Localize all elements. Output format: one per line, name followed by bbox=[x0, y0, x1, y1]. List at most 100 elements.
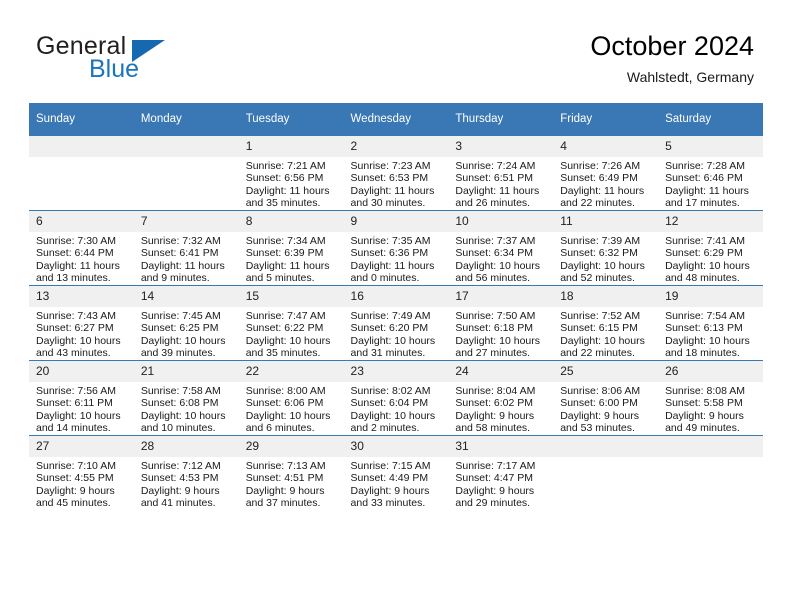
day-number: 24 bbox=[448, 361, 554, 382]
calendar-day-cell[interactable]: 6 Sunrise: 7:30 AM Sunset: 6:44 PM Daylight… bbox=[29, 210, 134, 286]
weekday-header-tuesday: Tuesday bbox=[238, 103, 344, 136]
day-number: 26 bbox=[658, 361, 763, 382]
weekday-header-wednesday: Wednesday bbox=[343, 103, 449, 136]
calendar-day-cell[interactable]: 10 Sunrise: 7:37 AM Sunset: 6:34 PM Dayligh… bbox=[448, 210, 554, 286]
calendar-day-cell[interactable]: 13 Sunrise: 7:43 AM Sunset: 6:27 PM Dayligh… bbox=[29, 285, 134, 361]
sunset-text: Sunset: 6:49 PM bbox=[560, 172, 638, 185]
day-number: 14 bbox=[133, 286, 239, 307]
calendar-day-cell[interactable]: 25 Sunrise: 8:06 AM Sunset: 6:00 PM Dayligh… bbox=[553, 360, 659, 436]
sunrise-sunset-calendar: Sunday Monday Tuesday Wednesday Thursday… bbox=[29, 103, 763, 510]
day-details: Sunrise: 7:30 AM Sunset: 6:44 PM Daylight:… bbox=[29, 232, 134, 285]
sunset-text: Sunset: 6:41 PM bbox=[140, 247, 219, 260]
sunrise-text: Sunrise: 7:52 AM bbox=[560, 310, 641, 322]
sunrise-text: Sunrise: 8:08 AM bbox=[665, 385, 746, 397]
calendar-day-cell[interactable]: 14 Sunrise: 7:45 AM Sunset: 6:25 PM Dayligh… bbox=[133, 285, 239, 361]
sunset-text: Sunset: 6:36 PM bbox=[350, 247, 429, 260]
day-number: 4 bbox=[553, 136, 659, 157]
day-number bbox=[29, 136, 134, 157]
calendar-day-cell[interactable]: 29 Sunrise: 7:13 AM Sunset: 4:51 PM Dayligh… bbox=[238, 435, 344, 510]
sunset-text: Sunset: 6:04 PM bbox=[350, 397, 429, 410]
day-details: Sunrise: 8:00 AM Sunset: 6:06 PM Daylight:… bbox=[239, 382, 344, 435]
calendar-day-cell[interactable]: 26 Sunrise: 8:08 AM Sunset: 5:58 PM Dayligh… bbox=[658, 360, 763, 436]
calendar-day-cell[interactable]: 19 Sunrise: 7:54 AM Sunset: 6:13 PM Dayligh… bbox=[658, 285, 763, 361]
daylight-text: Daylight: 11 hours and 30 minutes. bbox=[350, 184, 435, 210]
day-details: Sunrise: 8:04 AM Sunset: 6:02 PM Daylight:… bbox=[448, 382, 553, 435]
day-details: Sunrise: 7:56 AM Sunset: 6:11 PM Daylight:… bbox=[29, 382, 134, 435]
daylight-text: Daylight: 10 hours and 43 minutes. bbox=[36, 334, 121, 360]
sunrise-text: Sunrise: 7:23 AM bbox=[350, 160, 431, 172]
sunrise-text: Sunrise: 7:49 AM bbox=[350, 310, 431, 322]
sunset-text: Sunset: 6:06 PM bbox=[245, 397, 324, 410]
weekday-header-sunday: Sunday bbox=[29, 103, 134, 136]
day-number: 29 bbox=[238, 436, 344, 457]
calendar-day-cell[interactable]: 12 Sunrise: 7:41 AM Sunset: 6:29 PM Dayligh… bbox=[658, 210, 763, 286]
calendar-day-cell[interactable]: 17 Sunrise: 7:50 AM Sunset: 6:18 PM Dayligh… bbox=[448, 285, 554, 361]
day-details: Sunrise: 7:10 AM Sunset: 4:55 PM Daylight:… bbox=[29, 457, 134, 510]
day-number bbox=[133, 136, 239, 157]
sunset-text: Sunset: 4:47 PM bbox=[455, 472, 534, 485]
sunrise-text: Sunrise: 8:06 AM bbox=[560, 385, 641, 397]
sunset-text: Sunset: 6:53 PM bbox=[350, 172, 429, 185]
calendar-day-cell[interactable]: 24 Sunrise: 8:04 AM Sunset: 6:02 PM Dayligh… bbox=[448, 360, 554, 436]
calendar-day-cell[interactable]: 22 Sunrise: 8:00 AM Sunset: 6:06 PM Dayligh… bbox=[238, 360, 344, 436]
title-block: October 2024 Wahlstedt, Germany bbox=[590, 30, 754, 86]
calendar-day-cell[interactable]: 8 Sunrise: 7:34 AM Sunset: 6:39 PM Daylight… bbox=[238, 210, 344, 286]
day-number: 7 bbox=[133, 211, 239, 232]
day-number: 5 bbox=[658, 136, 763, 157]
calendar-day-cell[interactable]: 7 Sunrise: 7:32 AM Sunset: 6:41 PM Daylight… bbox=[133, 210, 239, 286]
day-details: Sunrise: 7:41 AM Sunset: 6:29 PM Daylight:… bbox=[658, 232, 763, 285]
sunrise-text: Sunrise: 7:15 AM bbox=[350, 460, 431, 472]
calendar-day-cell[interactable]: 21 Sunrise: 7:58 AM Sunset: 6:08 PM Dayligh… bbox=[133, 360, 239, 436]
calendar-day-cell[interactable]: 3 Sunrise: 7:24 AM Sunset: 6:51 PM Daylight… bbox=[448, 135, 554, 211]
daylight-text: Daylight: 11 hours and 13 minutes. bbox=[36, 259, 120, 285]
calendar-day-cell[interactable]: 1 Sunrise: 7:21 AM Sunset: 6:56 PM Daylight… bbox=[238, 135, 344, 211]
calendar-day-cell[interactable]: 30 Sunrise: 7:15 AM Sunset: 4:49 PM Dayligh… bbox=[343, 435, 449, 510]
calendar-day-cell[interactable]: 18 Sunrise: 7:52 AM Sunset: 6:15 PM Dayligh… bbox=[553, 285, 659, 361]
sunrise-text: Sunrise: 7:26 AM bbox=[560, 160, 641, 172]
calendar-week-row: 20 Sunrise: 7:56 AM Sunset: 6:11 PM Dayligh… bbox=[29, 360, 763, 436]
calendar-day-cell[interactable]: 11 Sunrise: 7:39 AM Sunset: 6:32 PM Dayligh… bbox=[553, 210, 659, 286]
brand-logo[interactable]: General Blue bbox=[36, 32, 266, 90]
daylight-text: Daylight: 10 hours and 52 minutes. bbox=[560, 259, 645, 285]
sunrise-text: Sunrise: 7:13 AM bbox=[245, 460, 326, 472]
sunrise-text: Sunrise: 7:37 AM bbox=[455, 235, 536, 247]
calendar-day-cell[interactable]: 27 Sunrise: 7:10 AM Sunset: 4:55 PM Dayligh… bbox=[29, 435, 134, 510]
page-title: October 2024 bbox=[590, 31, 754, 61]
calendar-day-cell[interactable]: 4 Sunrise: 7:26 AM Sunset: 6:49 PM Daylight… bbox=[553, 135, 659, 211]
sunset-text: Sunset: 6:46 PM bbox=[665, 172, 743, 185]
day-number: 21 bbox=[133, 361, 239, 382]
daylight-text: Daylight: 10 hours and 2 minutes. bbox=[350, 409, 436, 435]
day-details: Sunrise: 7:45 AM Sunset: 6:25 PM Daylight:… bbox=[134, 307, 239, 360]
sunset-text: Sunset: 6:20 PM bbox=[350, 322, 429, 335]
calendar-day-cell[interactable]: 5 Sunrise: 7:28 AM Sunset: 6:46 PM Daylight… bbox=[658, 135, 763, 211]
calendar-day-cell[interactable]: 20 Sunrise: 7:56 AM Sunset: 6:11 PM Dayligh… bbox=[29, 360, 134, 436]
calendar-day-cell[interactable]: 2 Sunrise: 7:23 AM Sunset: 6:53 PM Daylight… bbox=[343, 135, 449, 211]
daylight-text: Daylight: 9 hours and 53 minutes. bbox=[560, 409, 640, 435]
daylight-text: Daylight: 10 hours and 10 minutes. bbox=[140, 409, 226, 435]
calendar-day-cell-empty bbox=[29, 135, 134, 211]
day-number: 28 bbox=[133, 436, 239, 457]
calendar-day-cell[interactable]: 31 Sunrise: 7:17 AM Sunset: 4:47 PM Dayligh… bbox=[448, 435, 554, 510]
day-details: Sunrise: 7:54 AM Sunset: 6:13 PM Daylight:… bbox=[658, 307, 763, 360]
calendar-day-cell[interactable]: 15 Sunrise: 7:47 AM Sunset: 6:22 PM Dayligh… bbox=[238, 285, 344, 361]
daylight-text: Daylight: 10 hours and 31 minutes. bbox=[350, 334, 436, 360]
calendar-day-cell[interactable]: 16 Sunrise: 7:49 AM Sunset: 6:20 PM Dayligh… bbox=[343, 285, 449, 361]
sunrise-text: Sunrise: 7:17 AM bbox=[455, 460, 536, 472]
calendar-day-cell[interactable]: 9 Sunrise: 7:35 AM Sunset: 6:36 PM Daylight… bbox=[343, 210, 449, 286]
daylight-text: Daylight: 9 hours and 37 minutes. bbox=[245, 484, 325, 510]
weekday-header-saturday: Saturday bbox=[658, 103, 763, 136]
sunrise-text: Sunrise: 8:00 AM bbox=[245, 385, 326, 397]
sunrise-text: Sunrise: 7:10 AM bbox=[36, 460, 116, 472]
day-number: 19 bbox=[658, 286, 763, 307]
day-details: Sunrise: 7:15 AM Sunset: 4:49 PM Daylight:… bbox=[344, 457, 449, 510]
daylight-text: Daylight: 11 hours and 9 minutes. bbox=[140, 259, 225, 285]
brand-name-blue: Blue bbox=[89, 55, 140, 83]
daylight-text: Daylight: 11 hours and 17 minutes. bbox=[665, 184, 749, 210]
sunset-text: Sunset: 6:22 PM bbox=[245, 322, 324, 335]
day-details: Sunrise: 7:21 AM Sunset: 6:56 PM Daylight:… bbox=[239, 157, 344, 210]
calendar-day-cell[interactable]: 28 Sunrise: 7:12 AM Sunset: 4:53 PM Dayligh… bbox=[133, 435, 239, 510]
calendar-day-cell[interactable]: 23 Sunrise: 8:02 AM Sunset: 6:04 PM Dayligh… bbox=[343, 360, 449, 436]
day-details: Sunrise: 7:39 AM Sunset: 6:32 PM Daylight:… bbox=[553, 232, 658, 285]
daylight-text: Daylight: 10 hours and 18 minutes. bbox=[665, 334, 750, 360]
sunset-text: Sunset: 6:11 PM bbox=[36, 397, 113, 410]
